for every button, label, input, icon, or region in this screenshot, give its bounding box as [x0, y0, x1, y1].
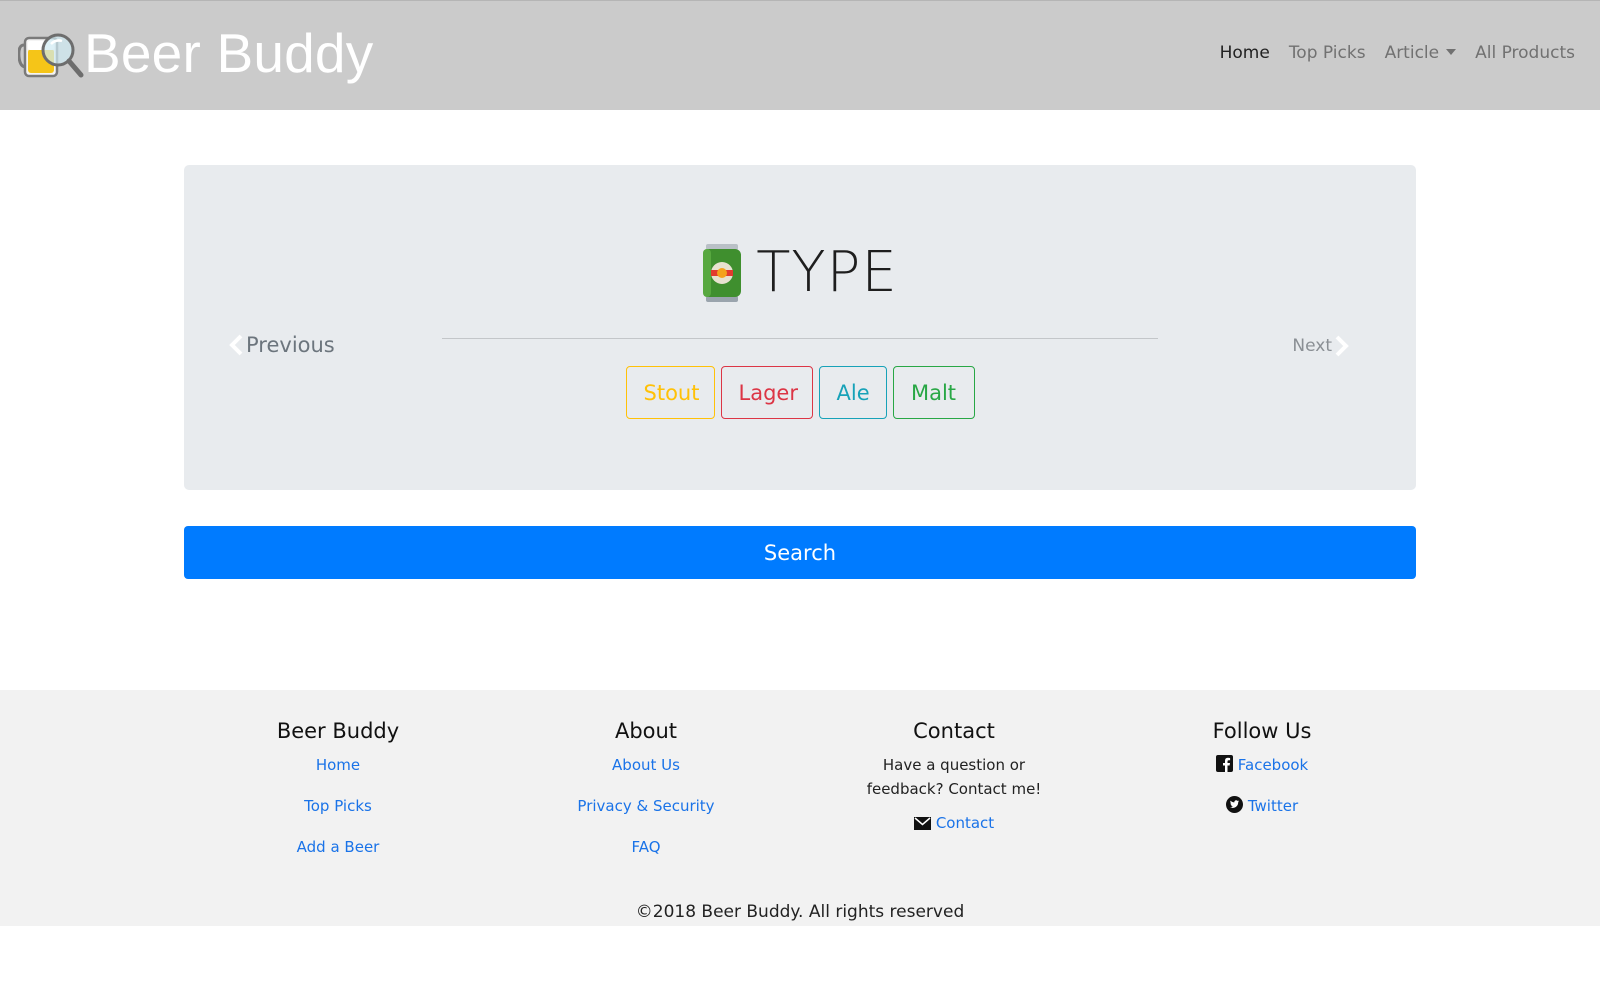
footer-link-top-picks[interactable]: Top Picks	[188, 796, 488, 816]
twitter-label: Twitter	[1247, 797, 1299, 815]
brand-link[interactable]: Beer Buddy	[18, 23, 373, 83]
main-nav: Home Top Picks Article All Products	[1201, 43, 1575, 63]
carousel-previous[interactable]: Previous	[228, 333, 335, 357]
brand-name: Beer Buddy	[84, 22, 374, 84]
contact-link-label: Contact	[935, 814, 995, 832]
footer-col-about: About About Us Privacy & Security FAQ	[496, 718, 796, 878]
footer-link-add-beer[interactable]: Add a Beer	[188, 837, 488, 857]
contact-text: Have a question or feedback? Contact me!	[866, 756, 1042, 798]
footer-col-beer-buddy: Beer Buddy Home Top Picks Add a Beer	[188, 718, 488, 878]
footer-link-privacy[interactable]: Privacy & Security	[496, 796, 796, 816]
footer-heading: Beer Buddy	[276, 719, 400, 743]
footer-link-twitter[interactable]: Twitter	[1112, 796, 1412, 816]
footer-link-home[interactable]: Home	[188, 755, 488, 775]
twitter-icon	[1225, 796, 1243, 813]
search-button[interactable]: Search	[184, 526, 1416, 579]
carousel-title: TYPE	[756, 240, 898, 305]
type-options: Stout Lager Ale Malt	[184, 366, 1416, 419]
nav-all-products[interactable]: All Products	[1475, 43, 1575, 63]
footer-heading: Contact	[913, 719, 995, 743]
option-stout-button[interactable]: Stout	[625, 366, 715, 419]
option-ale-button[interactable]: Ale	[818, 366, 887, 419]
beer-magnifier-logo-icon	[18, 33, 84, 78]
option-malt-button[interactable]: Malt	[892, 366, 975, 419]
copyright-text: ©2018 Beer Buddy. All rights reserved	[635, 902, 965, 922]
footer-link-faq[interactable]: FAQ	[496, 837, 796, 857]
nav-top-picks[interactable]: Top Picks	[1289, 43, 1366, 63]
carousel-divider	[442, 338, 1158, 339]
footer-link-contact[interactable]: Contact	[804, 813, 1104, 833]
next-label: Next	[1292, 336, 1332, 356]
nav-home[interactable]: Home	[1220, 43, 1270, 63]
envelope-icon	[913, 817, 931, 830]
footer: Beer Buddy Home Top Picks Add a Beer Abo…	[0, 690, 1600, 926]
footer-heading: About	[614, 719, 678, 743]
beer-can-icon	[703, 244, 742, 302]
footer-col-follow: Follow Us Facebook Twitter	[1112, 718, 1412, 837]
nav-article-dropdown[interactable]: Article	[1385, 43, 1457, 63]
navbar: Beer Buddy Home Top Picks Article All Pr…	[0, 0, 1600, 110]
footer-col-contact: Contact Have a question or feedback? Con…	[804, 718, 1104, 854]
nav-article-label: Article	[1384, 43, 1440, 63]
facebook-icon	[1215, 755, 1233, 772]
carousel-next[interactable]: Next	[1292, 335, 1350, 357]
previous-label: Previous	[246, 333, 335, 357]
option-lager-button[interactable]: Lager	[720, 366, 813, 419]
footer-link-about-us[interactable]: About Us	[496, 755, 796, 775]
footer-link-facebook[interactable]: Facebook	[1112, 755, 1412, 775]
type-carousel: TYPE Previous Next Stout Lager Ale Malt	[184, 165, 1416, 490]
carousel-heading: TYPE	[184, 243, 1416, 303]
chevron-right-icon	[1335, 335, 1349, 357]
facebook-label: Facebook	[1237, 756, 1309, 774]
caret-down-icon	[1446, 49, 1457, 55]
footer-heading: Follow Us	[1212, 719, 1312, 743]
chevron-left-icon	[229, 334, 243, 356]
